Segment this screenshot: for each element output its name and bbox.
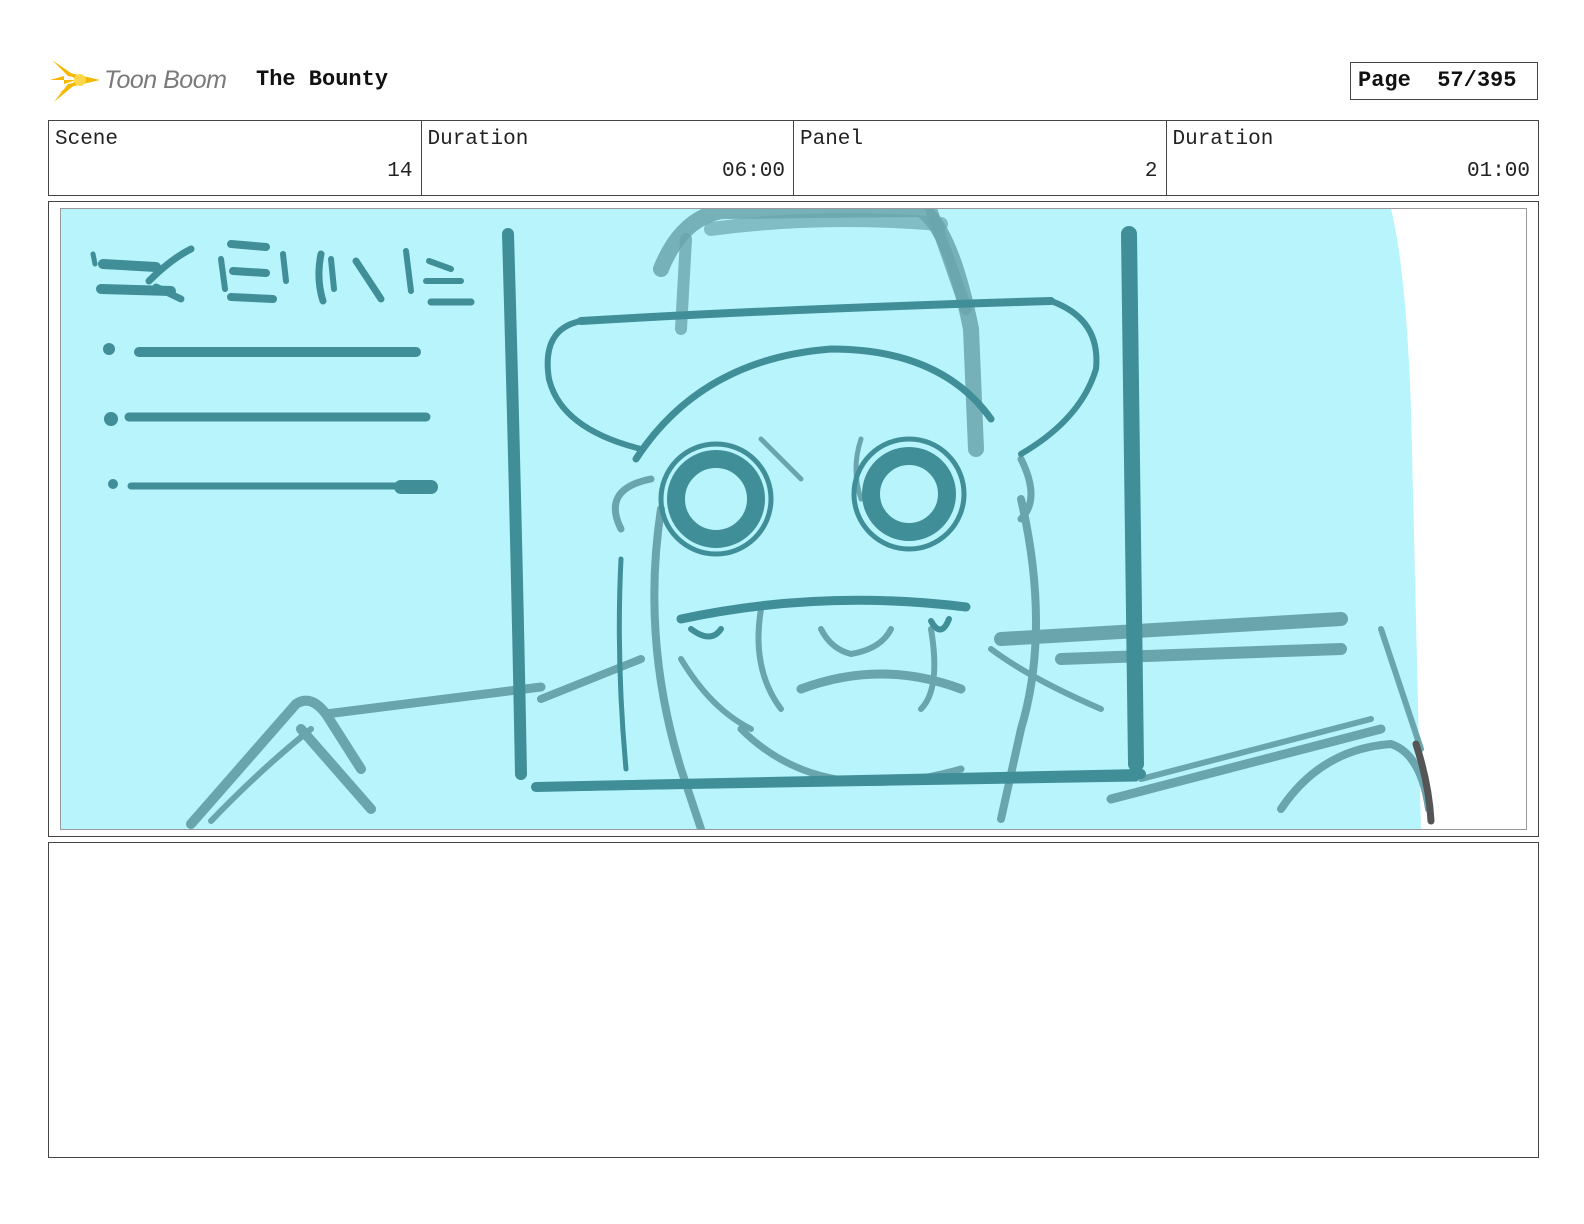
panel-value: 2	[1144, 160, 1158, 183]
panel-duration-value: 01:00	[1466, 160, 1530, 183]
scene-value: 14	[387, 160, 413, 183]
storyboard-panel-frame	[48, 201, 1539, 837]
page-label: Page	[1358, 68, 1411, 93]
panel-notes-box	[48, 842, 1539, 1158]
scene-duration-value: 06:00	[721, 160, 785, 183]
storyboard-panel-image	[60, 208, 1527, 830]
logo-text: Toon Boom	[104, 66, 227, 94]
panel-cell: Panel 2	[794, 121, 1167, 195]
page-indicator: Page 57/395	[1350, 62, 1538, 100]
scene-duration-label: Duration	[427, 128, 529, 151]
scene-label: Scene	[55, 128, 119, 151]
scene-cell: Scene 14	[49, 121, 422, 195]
toon-boom-logo: Toon Boom	[50, 56, 240, 106]
scene-duration-cell: Duration 06:00	[422, 121, 794, 195]
panel-label: Panel	[800, 128, 864, 151]
panel-duration-cell: Duration 01:00	[1167, 121, 1539, 195]
sketch-drawing	[61, 209, 1435, 829]
starburst-icon	[50, 60, 100, 102]
panel-duration-label: Duration	[1172, 128, 1274, 151]
panel-info-row: Scene 14 Duration 06:00 Panel 2 Duration…	[48, 120, 1539, 196]
page-number: 57/395	[1437, 68, 1517, 93]
project-title: The Bounty	[256, 67, 389, 92]
